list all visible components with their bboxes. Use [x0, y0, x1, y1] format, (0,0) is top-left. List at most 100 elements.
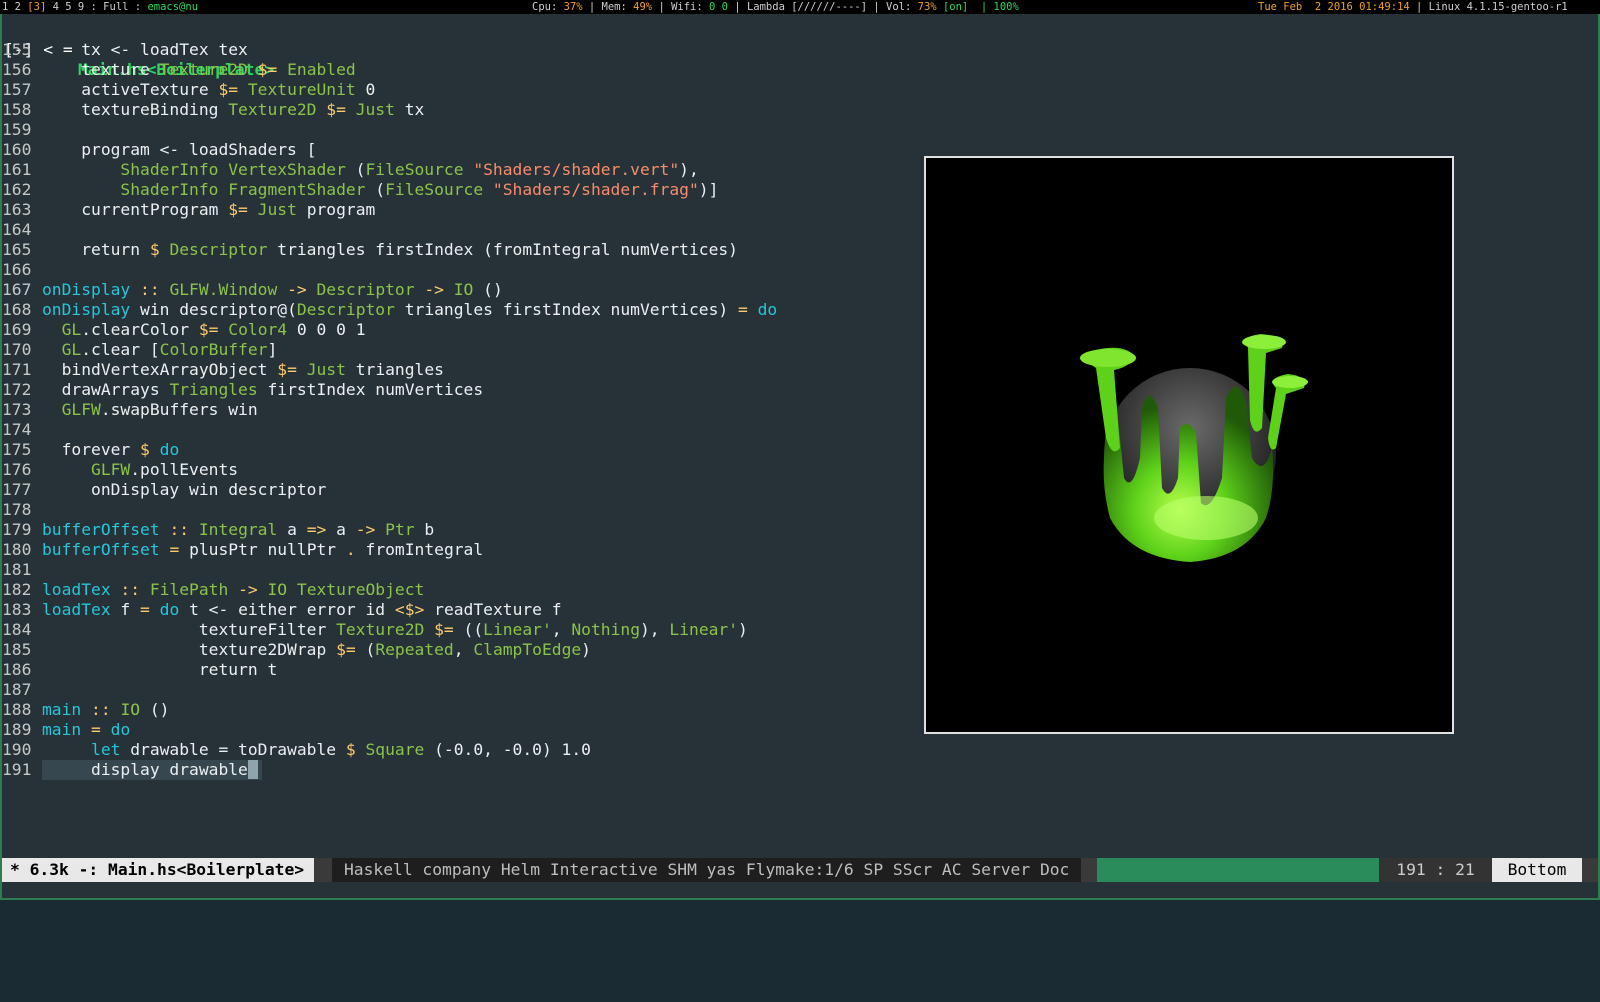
- code-token: Color4: [228, 320, 288, 339]
- line-content[interactable]: loadTex f = do t <- either error id <$> …: [42, 600, 562, 620]
- workspaces-more[interactable]: 4 5 9 :: [46, 1, 103, 13]
- line-content[interactable]: currentProgram $= Just program: [42, 200, 375, 220]
- datetime: Tue Feb 2 2016 01:49:14: [1258, 1, 1410, 13]
- code-token: texture2DWrap: [42, 640, 337, 659]
- code-token: Linear': [483, 620, 552, 639]
- code-token: (): [473, 280, 503, 299]
- code-token: Enabled: [287, 60, 356, 79]
- code-token: main: [42, 700, 82, 719]
- code-token: tx <- loadTex tex: [42, 40, 248, 59]
- code-token: readTexture f: [424, 600, 562, 619]
- code-line[interactable]: 157 activeTexture $= TextureUnit 0: [2, 80, 1598, 100]
- line-content[interactable]: ShaderInfo VertexShader (FileSource "Sha…: [42, 160, 699, 180]
- code-token: IO TextureObject: [267, 580, 425, 599]
- line-number: 182: [2, 580, 32, 599]
- mem-value: 49%: [633, 1, 653, 13]
- line-content[interactable]: onDisplay :: GLFW.Window -> Descriptor -…: [42, 280, 503, 300]
- line-content[interactable]: texture Texture2D $= Enabled: [42, 60, 356, 80]
- code-token: $=: [316, 100, 356, 119]
- line-content[interactable]: drawArrays Triangles firstIndex numVerti…: [42, 380, 484, 400]
- line-number: 174: [2, 420, 32, 439]
- line-content[interactable]: bufferOffset :: Integral a => a -> Ptr b: [42, 520, 434, 540]
- line-content[interactable]: display drawable: [42, 760, 262, 780]
- line-number: 158: [2, 100, 32, 119]
- code-line[interactable]: 190 let drawable = toDrawable $ Square (…: [2, 740, 1598, 760]
- line-content[interactable]: GLFW.pollEvents: [42, 460, 238, 480]
- code-token: fromIntegral: [355, 540, 484, 559]
- code-line[interactable]: 191 display drawable: [2, 760, 1598, 780]
- code-token: GLFW: [42, 400, 101, 419]
- workspaces-inactive[interactable]: 1 2: [2, 1, 27, 13]
- green-slime-sphere-icon: [1080, 334, 1308, 562]
- code-token: $=: [198, 320, 229, 339]
- line-number: 155: [2, 40, 32, 59]
- code-token: Just: [306, 360, 346, 379]
- line-content[interactable]: tx <- loadTex tex: [42, 40, 248, 60]
- code-line[interactable]: 155 tx <- loadTex tex: [2, 40, 1598, 60]
- line-content[interactable]: main :: IO (): [42, 700, 169, 720]
- line-number: 185: [2, 640, 32, 659]
- line-content[interactable]: loadTex :: FilePath -> IO TextureObject: [42, 580, 424, 600]
- modeline-buffer-info[interactable]: * 6.3k -: Main.hs<Boilerplate>: [2, 858, 315, 882]
- code-token: ]: [267, 340, 278, 359]
- line-content[interactable]: GLFW.swapBuffers win: [42, 400, 258, 420]
- code-token: .: [345, 540, 356, 559]
- layout-name: Full: [103, 1, 129, 13]
- line-content[interactable]: textureBinding Texture2D $= Just tx: [42, 100, 424, 120]
- code-token: ): [738, 620, 748, 639]
- line-content[interactable]: return $ Descriptor triangles firstIndex…: [42, 240, 738, 260]
- line-content[interactable]: GL.clear [ColorBuffer]: [42, 340, 278, 360]
- line-content[interactable]: GL.clearColor $= Color4 0 0 0 1: [42, 320, 366, 340]
- line-content[interactable]: main = do: [42, 720, 130, 740]
- line-content[interactable]: bindVertexArrayObject $= Just triangles: [42, 360, 444, 380]
- code-token: triangles firstIndex numVertices): [394, 300, 738, 319]
- line-content[interactable]: ShaderInfo FragmentShader (FileSource "S…: [42, 180, 718, 200]
- code-token: triangles: [345, 360, 444, 379]
- line-number: 161: [2, 160, 32, 179]
- code-token: let: [42, 740, 121, 759]
- line-number: 160: [2, 140, 32, 159]
- line-number: 169: [2, 320, 32, 339]
- line-number: 168: [2, 300, 32, 319]
- code-line[interactable]: 158 textureBinding Texture2D $= Just tx: [2, 100, 1598, 120]
- line-content[interactable]: activeTexture $= TextureUnit 0: [42, 80, 375, 100]
- line-number: 187: [2, 680, 32, 699]
- lambda-indicator: | Lambda [//////----] | Vol:: [728, 1, 918, 13]
- workspace-active[interactable]: [3]: [27, 1, 46, 13]
- code-token: FilePath: [149, 580, 229, 599]
- code-token: $=: [247, 60, 288, 79]
- line-content[interactable]: onDisplay win descriptor: [42, 480, 326, 500]
- line-content[interactable]: texture2DWrap $= (Repeated, ClampToEdge): [42, 640, 591, 660]
- code-token: bufferOffset: [42, 520, 160, 539]
- clock-kernel: Tue Feb 2 2016 01:49:14 | Linux 4.1.15-g…: [1258, 0, 1568, 14]
- line-content[interactable]: bufferOffset = plusPtr nullPtr . fromInt…: [42, 540, 483, 560]
- code-token: triangles firstIndex (fromIntegral numVe…: [267, 240, 738, 259]
- code-token: ShaderInfo VertexShader: [120, 160, 346, 179]
- code-token: ),: [679, 160, 699, 179]
- code-token: texture: [42, 60, 160, 79]
- line-number: 179: [2, 520, 32, 539]
- workspace-list[interactable]: 1 2 [3] 4 5 9 : Full : emacs@nu: [2, 0, 198, 14]
- line-content[interactable]: return t: [42, 660, 277, 680]
- line-content[interactable]: textureFilter Texture2D $= ((Linear', No…: [42, 620, 748, 640]
- code-token: firstIndex numVertices: [257, 380, 484, 399]
- code-token: ->: [414, 280, 454, 299]
- line-content[interactable]: forever $ do: [42, 440, 180, 460]
- code-token: onDisplay win descriptor: [42, 480, 327, 499]
- code-token: (): [140, 700, 170, 719]
- code-token: Texture2D: [228, 100, 317, 119]
- modeline-spacer: [1097, 858, 1379, 882]
- line-content[interactable]: onDisplay win descriptor@(Descriptor tri…: [42, 300, 777, 320]
- line-content[interactable]: let drawable = toDrawable $ Square (-0.0…: [42, 740, 591, 760]
- code-line[interactable]: 156 texture Texture2D $= Enabled: [2, 60, 1598, 80]
- code-token: Descriptor: [316, 280, 415, 299]
- line-number: 170: [2, 340, 32, 359]
- code-token: FileSource: [385, 180, 484, 199]
- line-content[interactable]: program <- loadShaders [: [42, 140, 316, 160]
- opengl-preview-window[interactable]: [924, 156, 1454, 734]
- modeline-minor-modes[interactable]: Haskell company Helm Interactive SHM yas…: [332, 858, 1082, 882]
- code-token: plusPtr nullPtr: [189, 540, 346, 559]
- code-token: f: [110, 600, 141, 619]
- code-line[interactable]: 159: [2, 120, 1598, 140]
- code-token: do: [159, 440, 180, 459]
